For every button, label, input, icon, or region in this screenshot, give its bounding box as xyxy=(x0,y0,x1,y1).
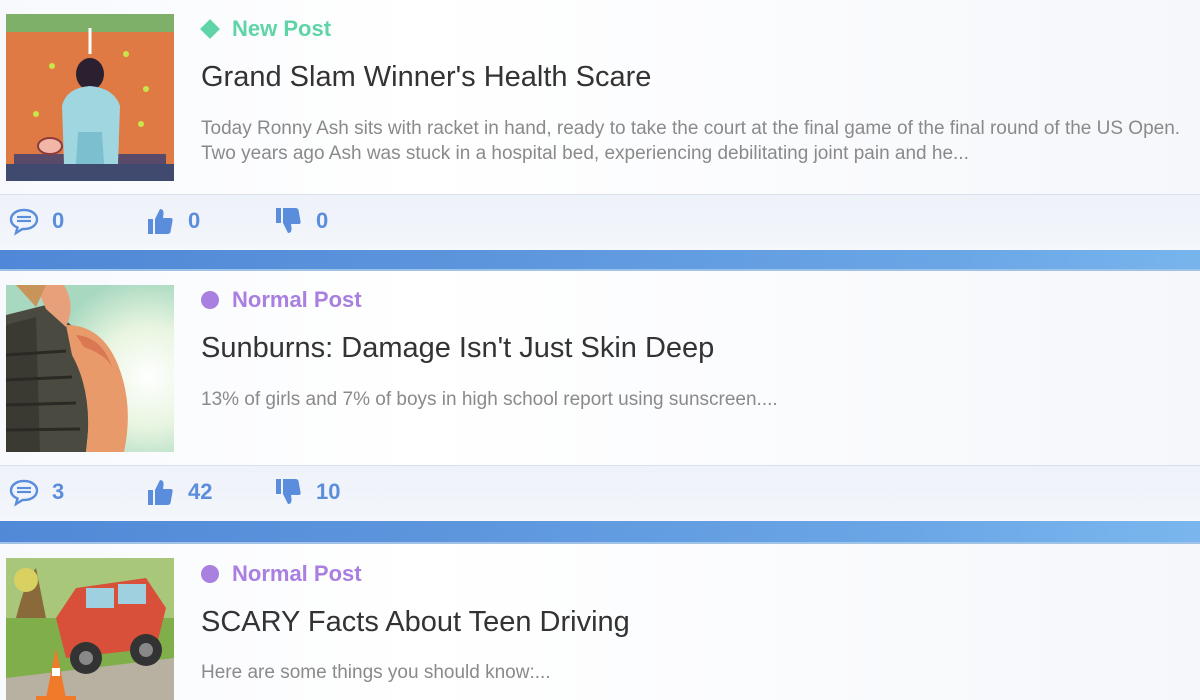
comment-count: 0 xyxy=(52,208,65,233)
comments-button[interactable]: 3 xyxy=(8,477,64,507)
like-count: 0 xyxy=(188,208,201,233)
post-type-label: New Post xyxy=(232,16,332,41)
thumbs-down-icon xyxy=(276,208,301,233)
post-feed: New Post Grand Slam Winner's Health Scar… xyxy=(0,0,1200,700)
thumbs-up-icon xyxy=(148,209,173,234)
post-title[interactable]: SCARY Facts About Teen Driving xyxy=(201,606,630,639)
post-card[interactable]: Normal Post SCARY Facts About Teen Drivi… xyxy=(0,542,1200,700)
post-card-body[interactable]: Normal Post Sunburns: Damage Isn't Just … xyxy=(0,269,1200,465)
post-type-label: Normal Post xyxy=(232,287,362,312)
thumbs-up-icon xyxy=(148,480,173,505)
post-type-badge: New Post xyxy=(200,16,332,42)
dislike-count: 0 xyxy=(316,208,329,233)
tennis-player-thumbnail[interactable] xyxy=(6,14,174,181)
crashed-car-thumbnail[interactable] xyxy=(6,558,174,700)
post-excerpt: Here are some things you should know:... xyxy=(201,662,551,683)
post-type-badge: Normal Post xyxy=(201,561,362,587)
post-title[interactable]: Grand Slam Winner's Health Scare xyxy=(201,61,651,94)
post-type-label: Normal Post xyxy=(232,561,362,586)
like-count: 42 xyxy=(188,479,213,504)
circle-icon xyxy=(201,565,219,583)
post-card-body[interactable]: New Post Grand Slam Winner's Health Scar… xyxy=(0,0,1200,194)
comment-icon xyxy=(9,479,39,507)
post-card[interactable]: New Post Grand Slam Winner's Health Scar… xyxy=(0,0,1200,250)
comment-icon xyxy=(9,208,39,236)
post-excerpt: 13% of girls and 7% of boys in high scho… xyxy=(201,389,778,410)
comments-button[interactable]: 0 xyxy=(8,206,64,236)
circle-icon xyxy=(201,291,219,309)
post-title[interactable]: Sunburns: Damage Isn't Just Skin Deep xyxy=(201,332,714,365)
post-stats-bar: 0 0 0 xyxy=(0,194,1200,248)
thumbs-down-icon xyxy=(276,479,301,504)
post-type-badge: Normal Post xyxy=(201,287,362,313)
comment-count: 3 xyxy=(52,479,65,504)
dislike-button[interactable]: 10 xyxy=(272,477,340,507)
post-excerpt: Today Ronny Ash sits with racket in hand… xyxy=(201,118,1181,164)
like-button[interactable]: 42 xyxy=(144,477,212,507)
sunburned-shoulder-thumbnail[interactable] xyxy=(6,285,174,452)
dislike-count: 10 xyxy=(316,479,341,504)
dislike-button[interactable]: 0 xyxy=(272,206,328,236)
post-stats-bar: 3 42 10 xyxy=(0,465,1200,519)
post-card[interactable]: Normal Post Sunburns: Damage Isn't Just … xyxy=(0,269,1200,521)
diamond-icon xyxy=(200,19,220,39)
like-button[interactable]: 0 xyxy=(144,206,200,236)
post-card-body[interactable]: Normal Post SCARY Facts About Teen Drivi… xyxy=(0,542,1200,700)
